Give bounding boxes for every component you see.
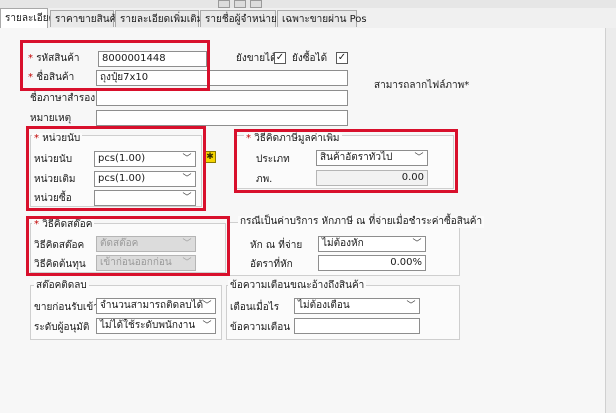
warn-when-label: เตือนเมื่อไร xyxy=(230,302,280,313)
chevron-down-icon: ﹀ xyxy=(202,301,212,311)
toolbar-icon[interactable] xyxy=(218,0,230,8)
withholding-group-title: กรณีเป็นค่าบริการ หักภาษี ณ ที่จ่ายเมื่อ… xyxy=(238,216,485,228)
negative-stock-group-title: สต๊อคติดลบ xyxy=(34,280,89,292)
withholding-label: หัก ณ ที่จ่าย xyxy=(250,240,303,251)
tab-bar: รายละเอียด ราคาขายสินค้า รายละเอียดเพิ่ม… xyxy=(0,8,616,29)
toolbar-icon[interactable] xyxy=(250,0,262,8)
approver-level-select[interactable]: ไม่ได้ใช้ระดับพนักงาน ﹀ xyxy=(96,318,216,334)
note-label: หมายเหตุ xyxy=(30,113,72,124)
tab-more-details[interactable]: รายละเอียดเพิ่มเติม xyxy=(115,10,203,27)
withholding-select[interactable]: ไม่ต้องหัก ﹀ xyxy=(318,236,426,252)
warning-group-title: ข้อความเตือนขณะอ้างถึงสินค้า xyxy=(228,280,367,292)
highlight-units-box xyxy=(26,126,206,211)
can-sell-checkbox[interactable]: ✓ xyxy=(274,52,286,64)
sell-before-receive-select[interactable]: จำนวนสามารถติดลบได้ ﹀ xyxy=(96,298,216,314)
highlight-vat-box xyxy=(234,129,458,193)
warn-when-select[interactable]: ไม่ต้องเตือน ﹀ xyxy=(294,298,420,314)
alt-name-input[interactable] xyxy=(96,90,348,106)
highlight-stock-method-box xyxy=(26,216,230,276)
withholding-rate-input[interactable]: 0.00% xyxy=(318,255,426,271)
chevron-down-icon: ﹀ xyxy=(202,321,212,331)
warn-message-input[interactable] xyxy=(294,318,420,334)
panel-edge xyxy=(605,28,616,413)
toolbar-icon[interactable] xyxy=(234,0,246,8)
image-drop-hint: สามารถลากไฟล์ภาพ* xyxy=(374,80,470,91)
toolbar-strip xyxy=(0,0,616,8)
chevron-down-icon: ﹀ xyxy=(406,301,416,311)
chevron-down-icon: ﹀ xyxy=(412,239,422,249)
approver-level-label: ระดับผู้อนุมัติ xyxy=(34,322,90,333)
can-buy-label: ยังซื้อได้ xyxy=(292,53,328,64)
tab-pos-only[interactable]: เฉพาะขายผ่าน Pos xyxy=(277,10,367,27)
sell-before-receive-label: ขายก่อนรับเข้า xyxy=(34,302,99,313)
can-sell-label: ยังขายได้ xyxy=(236,53,277,64)
can-buy-checkbox[interactable]: ✓ xyxy=(336,52,348,64)
tab-selling-price[interactable]: ราคาขายสินค้า xyxy=(50,10,122,27)
warn-message-label: ข้อความเตือน xyxy=(230,322,291,333)
tab-details[interactable]: รายละเอียด xyxy=(0,8,55,29)
tab-suppliers[interactable]: รายชื่อผู้จำหน่าย xyxy=(200,10,277,27)
highlight-product-box xyxy=(20,40,210,91)
withholding-rate-label: อัตราที่หัก xyxy=(250,259,293,270)
alt-name-label: ชื่อภาษาสำรอง xyxy=(30,93,96,104)
note-input[interactable] xyxy=(96,110,348,126)
